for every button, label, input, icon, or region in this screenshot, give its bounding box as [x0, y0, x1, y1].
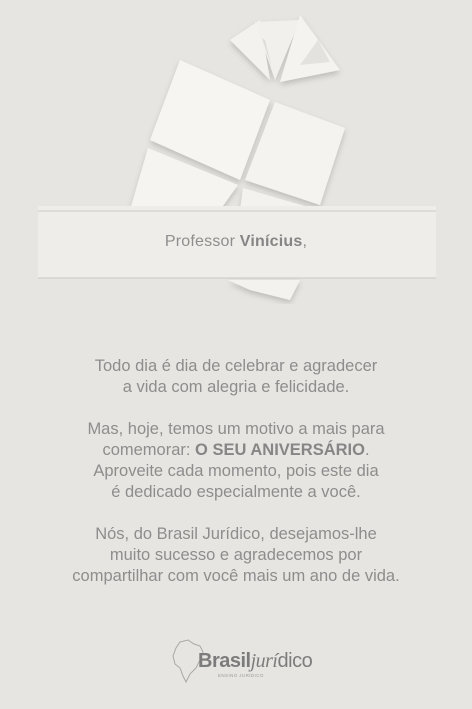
message-paragraph-1: Todo dia é dia de celebrar e agradecer a… — [20, 356, 452, 398]
greeting: Professor Vinícius, — [0, 233, 472, 251]
logo-part-brasil: Brasil — [198, 650, 251, 672]
message-line: muito sucesso e agradecemos por — [109, 546, 363, 564]
logo-part-juri: jurí — [250, 650, 278, 672]
message-line: Todo dia é dia de celebrar e agradecer — [94, 357, 378, 375]
greeting-prefix: Professor — [164, 233, 240, 250]
message-line: é dedicado especialmente a você. — [111, 483, 361, 501]
gift-bow — [230, 15, 340, 82]
birthday-highlight: O SEU ANIVERSÁRIO — [195, 441, 365, 459]
greeting-suffix: , — [302, 233, 308, 250]
message-line-prefix: comemorar: — [102, 441, 196, 459]
gift-illustration — [38, 15, 436, 300]
logo-part-dico: dico — [277, 650, 313, 672]
message-line: compartilhar com você mais um ano de vid… — [72, 567, 400, 585]
message-line: Aproveite cada momento, pois este dia — [93, 462, 379, 480]
message-line-suffix: . — [364, 441, 370, 459]
message-paragraph-2: Mas, hoje, temos um motivo a mais para c… — [20, 419, 452, 503]
brasil-juridico-logo: Brasiljurídico ENSINO JURÍDICO — [168, 636, 318, 686]
logo-wordmark: Brasiljurídico — [198, 650, 313, 673]
message-line: a vida com alegria e felicidade. — [122, 378, 350, 396]
message-line: Nós, do Brasil Jurídico, desejamos-lhe — [95, 525, 377, 543]
gift-box-bottom — [228, 280, 300, 300]
message-paragraph-3: Nós, do Brasil Jurídico, desejamos-lhe m… — [20, 524, 452, 587]
logo-tagline: ENSINO JURÍDICO — [218, 673, 264, 678]
recipient-name: Vinícius — [239, 233, 303, 250]
birthday-message: Todo dia é dia de celebrar e agradecer a… — [20, 356, 452, 608]
gift-box — [130, 60, 345, 210]
message-line: Mas, hoje, temos um motivo a mais para — [87, 420, 385, 438]
